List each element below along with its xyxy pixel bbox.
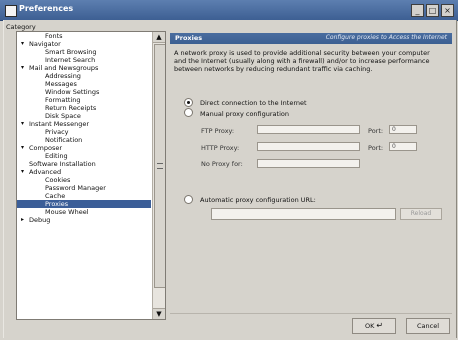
ok-button[interactable]: OK ↵ <box>352 318 396 334</box>
category-item[interactable]: Proxies <box>17 200 151 208</box>
http-proxy-input[interactable] <box>257 142 360 151</box>
category-item-label: Smart Browsing <box>45 48 97 56</box>
cancel-button[interactable]: Cancel <box>406 318 450 334</box>
close-button[interactable]: × <box>441 4 454 17</box>
category-item-label: Messages <box>45 80 77 88</box>
expand-toggle-icon[interactable]: ▾ <box>21 40 24 48</box>
category-item[interactable]: ▾ Mail and Newsgroups <box>17 64 151 72</box>
category-item[interactable]: Privacy <box>17 128 151 136</box>
divider <box>170 313 452 314</box>
enter-icon: ↵ <box>376 321 384 330</box>
category-item-label: Fonts <box>45 32 63 40</box>
window-title: Preferences <box>19 4 74 13</box>
expand-toggle-icon[interactable]: ▾ <box>21 120 24 128</box>
ftp-port-label: Port: <box>368 127 384 135</box>
category-item[interactable]: Return Receipts <box>17 104 151 112</box>
panel-subtitle: Configure proxies to Access the Internet <box>325 34 447 41</box>
category-item[interactable]: ▾ Advanced <box>17 168 151 176</box>
category-item[interactable]: ▾ Instant Messenger <box>17 120 151 128</box>
category-item-label: Composer <box>29 144 63 152</box>
scroll-up-icon[interactable]: ▲ <box>153 32 165 43</box>
category-item[interactable]: Cookies <box>17 176 151 184</box>
category-item[interactable]: Cache <box>17 192 151 200</box>
maximize-button[interactable]: □ <box>426 4 439 17</box>
ok-label: OK <box>364 322 375 330</box>
category-item-label: Cache <box>45 192 66 200</box>
category-item[interactable]: Internet Search <box>17 56 151 64</box>
category-item[interactable]: Disk Space <box>17 112 151 120</box>
category-item[interactable]: Mouse Wheel <box>17 208 151 216</box>
category-item[interactable]: Editing <box>17 152 151 160</box>
ftp-proxy-input[interactable] <box>257 125 360 134</box>
category-item[interactable]: Formatting <box>17 96 151 104</box>
expand-toggle-icon[interactable]: ▾ <box>21 64 24 72</box>
expand-toggle-icon[interactable]: ▾ <box>21 168 24 176</box>
expand-toggle-icon[interactable]: ▾ <box>21 144 24 152</box>
ftp-port-input[interactable]: 0 <box>389 125 417 134</box>
panel-title: Proxies <box>175 34 203 42</box>
auto-proxy-radio[interactable] <box>184 195 193 204</box>
grip-icon <box>157 163 163 169</box>
title-bar: Preferences _ □ × <box>0 0 458 21</box>
category-item-label: Window Settings <box>45 88 100 96</box>
category-item-label: Instant Messenger <box>29 120 89 128</box>
category-item-label: Debug <box>29 216 51 224</box>
category-item-label: Cookies <box>45 176 71 184</box>
category-item-label: Editing <box>45 152 68 160</box>
no-proxy-label: No Proxy for: <box>201 160 243 168</box>
proxy-description: A network proxy is used to provide addit… <box>174 49 430 73</box>
minimize-button[interactable]: _ <box>411 4 424 17</box>
scroll-thumb[interactable] <box>154 44 165 288</box>
category-item[interactable]: ▾ Navigator <box>17 40 151 48</box>
category-item[interactable]: Messages <box>17 80 151 88</box>
http-port-label: Port: <box>368 144 384 152</box>
ftp-proxy-label: FTP Proxy: <box>201 127 235 135</box>
category-item[interactable]: Window Settings <box>17 88 151 96</box>
category-item-label: Password Manager <box>45 184 106 192</box>
direct-connection-radio[interactable] <box>184 98 193 107</box>
category-item-label: Navigator <box>29 40 61 48</box>
category-item[interactable]: Password Manager <box>17 184 151 192</box>
category-item[interactable]: ▾ Composer <box>17 144 151 152</box>
category-tree: Fonts ▾ Navigator Smart Browsing Internet Se… <box>16 31 166 320</box>
category-scrollbar[interactable]: ▲ ▼ <box>152 32 165 319</box>
category-item[interactable]: ▸ Debug <box>17 216 151 224</box>
panel-header: Proxies Configure proxies to Access the … <box>170 33 452 44</box>
scroll-down-icon[interactable]: ▼ <box>153 308 165 319</box>
window-controls: _ □ × <box>411 4 454 17</box>
category-item[interactable]: Smart Browsing <box>17 48 151 56</box>
auto-proxy-label[interactable]: Automatic proxy configuration URL: <box>200 196 316 204</box>
category-label: Category <box>6 23 36 31</box>
category-item[interactable]: Fonts <box>17 32 151 40</box>
app-icon <box>5 5 17 17</box>
category-item-label: Internet Search <box>45 56 96 64</box>
category-item-label: Disk Space <box>45 112 81 120</box>
manual-proxy-radio[interactable] <box>184 108 193 117</box>
auto-proxy-url-input[interactable] <box>211 208 396 220</box>
http-proxy-label: HTTP Proxy: <box>201 144 240 152</box>
category-item-label: Return Receipts <box>45 104 97 112</box>
expand-toggle-icon[interactable]: ▸ <box>21 216 24 224</box>
reload-button[interactable]: Reload <box>400 208 442 220</box>
category-item-label: Software Installation <box>29 160 96 168</box>
category-item-label: Addressing <box>45 72 81 80</box>
category-item-label: Mail and Newsgroups <box>29 64 99 72</box>
direct-connection-label[interactable]: Direct connection to the Internet <box>200 99 307 107</box>
category-item-label: Advanced <box>29 168 62 176</box>
category-item-label: Proxies <box>45 200 69 208</box>
category-item[interactable]: Software Installation <box>17 160 151 168</box>
category-item-label: Formatting <box>45 96 81 104</box>
category-item[interactable]: Addressing <box>17 72 151 80</box>
category-item-label: Mouse Wheel <box>45 208 89 216</box>
no-proxy-input[interactable] <box>257 159 360 168</box>
category-item[interactable]: Notification <box>17 136 151 144</box>
category-item-label: Notification <box>45 136 83 144</box>
category-tree-list: Fonts ▾ Navigator Smart Browsing Internet Se… <box>17 32 151 224</box>
category-item-label: Privacy <box>45 128 69 136</box>
manual-proxy-label[interactable]: Manual proxy configuration <box>200 110 289 118</box>
http-port-input[interactable]: 0 <box>389 142 417 151</box>
